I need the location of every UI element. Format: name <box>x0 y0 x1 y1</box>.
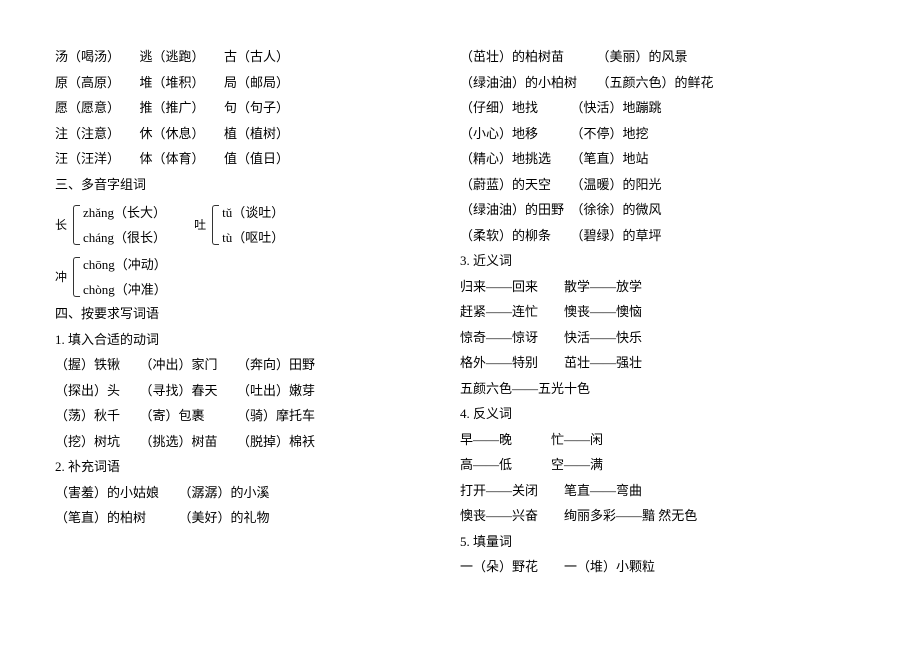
pair-row: 注（注意） 休（休息） 植（植树） <box>55 127 460 140</box>
polyphone-char: 吐 <box>194 219 210 231</box>
phrase-row: （笔直）的柏树 （美好）的礼物 <box>55 511 460 524</box>
polyphone-reading: tǔ（谈吐） <box>222 203 284 222</box>
pair-row: 愿（愿意） 推（推广） 句（句子） <box>55 101 460 114</box>
phrase-row: （绿油油）的小柏树 （五颜六色）的鲜花 <box>460 76 865 89</box>
verb-row: （探出）头 （寻找）春天 （吐出）嫩芽 <box>55 384 460 397</box>
polyphone-reading: cháng（很长） <box>83 228 166 247</box>
antonym-row: 高——低 空——满 <box>460 458 865 471</box>
polyphone-char: 冲 <box>55 271 71 283</box>
subsection-title: 1. 填入合适的动词 <box>55 333 460 346</box>
left-column: 汤（喝汤） 逃（逃跑） 古（古人） 原（高原） 堆（堆积） 局（邮局） 愿（愿意… <box>55 50 460 631</box>
phrase-row: （茁壮）的柏树苗 （美丽）的风景 <box>460 50 865 63</box>
subsection-title: 5. 填量词 <box>460 535 865 548</box>
section-3-title: 三、多音字组词 <box>55 178 460 191</box>
polyphone-char: 长 <box>55 219 71 231</box>
pair-row: 汪（汪洋） 体（体育） 值（值日） <box>55 152 460 165</box>
subsection-title: 3. 近义词 <box>460 254 865 267</box>
polyphone-reading: chòng（冲准） <box>83 280 167 299</box>
polyphone-reading: tù（呕吐） <box>222 228 284 247</box>
right-column: （茁壮）的柏树苗 （美丽）的风景 （绿油油）的小柏树 （五颜六色）的鲜花 （仔细… <box>460 50 865 631</box>
phrase-row: （柔软）的柳条 （碧绿）的草坪 <box>460 229 865 242</box>
phrase-row: （小心）地移 （不停）地挖 <box>460 127 865 140</box>
pair-row: 原（高原） 堆（堆积） 局（邮局） <box>55 76 460 89</box>
phrase-row: （仔细）地找 （快活）地蹦跳 <box>460 101 865 114</box>
polyphone-reading: chōng（冲动） <box>83 255 167 274</box>
phrase-row: （害羞）的小姑娘 （潺潺）的小溪 <box>55 486 460 499</box>
polyphone-group: 长 zhǎng（长大） cháng（很长） 吐 tǔ（谈吐） tù（呕吐） <box>55 203 460 247</box>
synonym-row: 归来——回来 散学——放学 <box>460 280 865 293</box>
measure-row: 一（朵）野花 一（堆）小颗粒 <box>460 560 865 573</box>
verb-row: （握）铁锹 （冲出）家门 （奔向）田野 <box>55 358 460 371</box>
subsection-title: 2. 补充词语 <box>55 460 460 473</box>
phrase-row: （绿油油）的田野 （徐徐）的微风 <box>460 203 865 216</box>
verb-row: （挖）树坑 （挑选）树苗 （脱掉）棉袄 <box>55 435 460 448</box>
synonym-row: 赶紧——连忙 懊丧——懊恼 <box>460 305 865 318</box>
antonym-row: 早——晚 忙——闲 <box>460 433 865 446</box>
phrase-row: （蔚蓝）的天空 （温暖）的阳光 <box>460 178 865 191</box>
bracket-icon <box>73 205 80 245</box>
antonym-row: 懊丧——兴奋 绚丽多彩——黯 然无色 <box>460 509 865 522</box>
bracket-icon <box>73 257 80 297</box>
polyphone-reading: zhǎng（长大） <box>83 203 166 222</box>
synonym-row: 惊奇——惊讶 快活——快乐 <box>460 331 865 344</box>
polyphone-group: 冲 chōng（冲动） chòng（冲准） <box>55 255 460 299</box>
subsection-title: 4. 反义词 <box>460 407 865 420</box>
phrase-row: （精心）地挑选 （笔直）地站 <box>460 152 865 165</box>
section-4-title: 四、按要求写词语 <box>55 307 460 320</box>
synonym-row: 五颜六色——五光十色 <box>460 382 865 395</box>
synonym-row: 格外——特别 茁壮——强壮 <box>460 356 865 369</box>
antonym-row: 打开——关闭 笔直——弯曲 <box>460 484 865 497</box>
bracket-icon <box>212 205 219 245</box>
verb-row: （荡）秋千 （寄）包裹 （骑）摩托车 <box>55 409 460 422</box>
pair-row: 汤（喝汤） 逃（逃跑） 古（古人） <box>55 50 460 63</box>
